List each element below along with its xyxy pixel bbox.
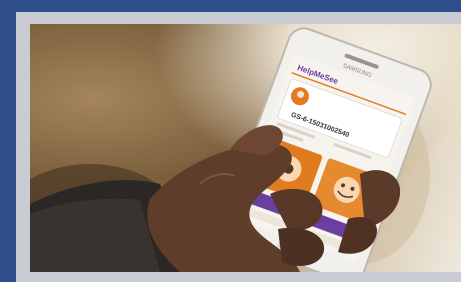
photo: SAMSUNG HelpMeSee GS-6-15031002540 [30, 24, 461, 272]
page-frame: SAMSUNG HelpMeSee GS-6-15031002540 [0, 0, 461, 282]
sleeve-fold [30, 198, 160, 272]
photo-illustration: SAMSUNG HelpMeSee GS-6-15031002540 [30, 27, 432, 272]
